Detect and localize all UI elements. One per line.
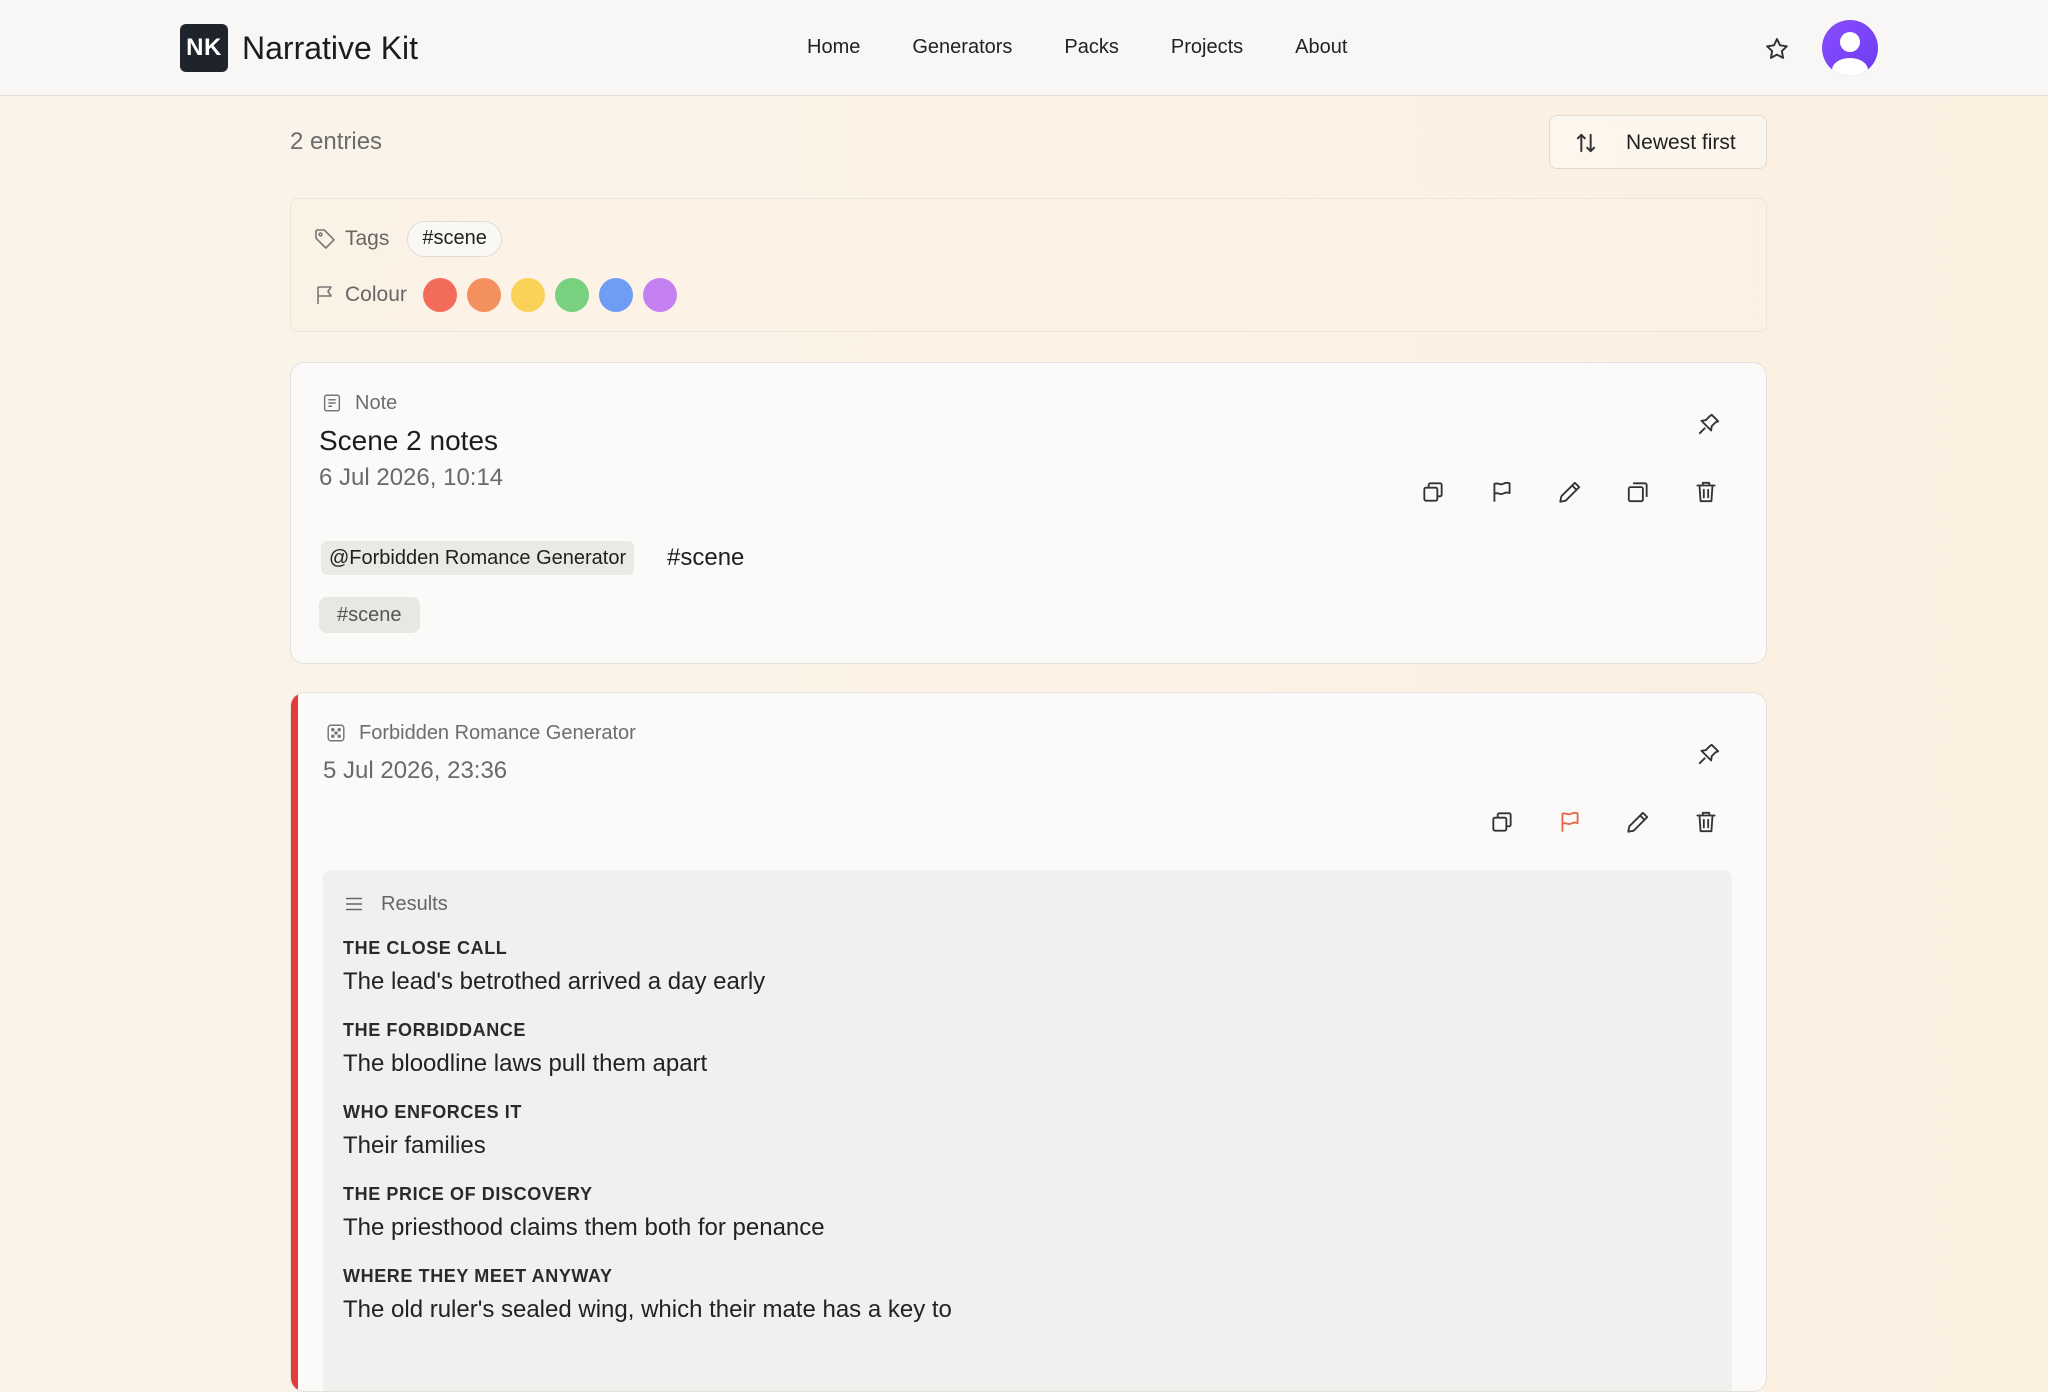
swatch-red[interactable] (422, 278, 457, 312)
nav-home[interactable]: Home (807, 32, 860, 62)
logo-badge[interactable]: NK (180, 24, 228, 72)
results-panel: Results THE CLOSE CALL The lead's betrot… (323, 870, 1732, 1391)
result-heading: WHO ENFORCES IT (343, 1102, 522, 1122)
result-value: The bloodline laws pull them apart (343, 1050, 708, 1077)
result-value: Their families (343, 1132, 486, 1159)
colour-label: Colour (345, 283, 407, 306)
dice-icon (327, 724, 345, 742)
delete-button[interactable] (1689, 475, 1723, 509)
user-icon (1832, 32, 1868, 76)
favorites-button[interactable] (1762, 34, 1792, 64)
nav-about[interactable]: About (1295, 32, 1347, 62)
delete-button[interactable] (1689, 805, 1723, 839)
pin-button[interactable] (1692, 407, 1726, 441)
duplicate-icon (1627, 482, 1648, 503)
result-value: The lead's betrothed arrived a day early (343, 968, 766, 995)
tags-filter-row: Tags #scene (313, 219, 502, 259)
colour-swatches (422, 278, 677, 312)
pencil-icon (1627, 811, 1649, 833)
pin-icon (1698, 743, 1720, 765)
entry-title: Scene 2 notes (319, 425, 499, 456)
copy-button[interactable] (1485, 805, 1519, 839)
entry-tag-pill[interactable]: #scene (319, 597, 420, 633)
entry-date: 5 Jul 2026, 23:36 (323, 757, 508, 784)
list-icon (345, 897, 363, 911)
swatch-orange[interactable] (466, 278, 501, 312)
copy-icon (1423, 482, 1443, 502)
sort-label: Newest first (1626, 131, 1736, 154)
copy-icon (1492, 812, 1512, 832)
results-label: Results (381, 893, 448, 915)
results-header: Results (343, 890, 448, 918)
tag-filter-chip[interactable]: #scene (407, 221, 502, 257)
result-heading: THE FORBIDDANCE (343, 1020, 526, 1040)
colour-filter-row: Colour (313, 275, 677, 315)
flag-icon (1561, 811, 1579, 832)
duplicate-button[interactable] (1621, 475, 1655, 509)
swatch-purple[interactable] (642, 278, 677, 312)
entry-count: 2 entries (290, 128, 383, 155)
brand-name[interactable]: Narrative Kit (242, 28, 418, 68)
flag-button-active[interactable] (1553, 805, 1587, 839)
entry-kind-label: Note (355, 392, 398, 414)
user-avatar[interactable] (1822, 20, 1878, 76)
edit-button[interactable] (1553, 475, 1587, 509)
result-item: WHO ENFORCES IT Their families (343, 1100, 522, 1162)
sort-arrows-icon (1572, 129, 1600, 157)
trash-icon (1696, 481, 1716, 503)
result-item: WHERE THEY MEET ANYWAY The old ruler's s… (343, 1264, 952, 1326)
pin-icon (1698, 413, 1720, 435)
filter-panel: Tags #scene Colour (290, 198, 1767, 332)
nav-projects[interactable]: Projects (1171, 32, 1243, 62)
generator-name: Forbidden Romance Generator (359, 722, 636, 744)
result-value: The priesthood claims them both for pena… (343, 1214, 825, 1241)
pin-button[interactable] (1692, 737, 1726, 771)
star-icon (1766, 38, 1788, 59)
swatch-yellow[interactable] (510, 278, 545, 312)
edit-button[interactable] (1621, 805, 1655, 839)
swatch-blue[interactable] (598, 278, 633, 312)
entry-kind: Note (321, 389, 397, 417)
result-heading: THE CLOSE CALL (343, 938, 508, 958)
nav-packs[interactable]: Packs (1064, 32, 1118, 62)
top-nav-bar: NK Narrative Kit Home Generators Packs P… (0, 0, 2048, 96)
trash-icon (1696, 811, 1716, 833)
result-item: THE PRICE OF DISCOVERY The priesthood cl… (343, 1182, 825, 1244)
generator-entry-card[interactable]: Forbidden Romance Generator 5 Jul 2026, … (290, 692, 1767, 1392)
note-icon (323, 394, 341, 412)
nav-generators[interactable]: Generators (912, 32, 1012, 62)
copy-button[interactable] (1416, 475, 1450, 509)
flag-icon (317, 286, 332, 304)
entry-date: 6 Jul 2026, 10:14 (319, 464, 504, 491)
result-item: THE FORBIDDANCE The bloodline laws pull … (343, 1018, 707, 1080)
result-heading: THE PRICE OF DISCOVERY (343, 1184, 593, 1204)
result-value: The old ruler's sealed wing, which their… (343, 1296, 952, 1323)
generator-mention[interactable]: @Forbidden Romance Generator (321, 541, 635, 575)
swatch-green[interactable] (554, 278, 589, 312)
pencil-icon (1559, 481, 1581, 503)
result-item: THE CLOSE CALL The lead's betrothed arri… (343, 936, 765, 998)
colour-accent-bar (291, 693, 298, 1391)
main-nav: Home Generators Packs Projects About (807, 32, 1347, 62)
flag-icon (1493, 481, 1511, 502)
flag-button[interactable] (1485, 475, 1519, 509)
inline-tag[interactable]: #scene (667, 541, 744, 575)
note-entry-card[interactable]: Note Scene 2 notes 6 Jul 2026, 10:14 @Fo… (290, 362, 1767, 664)
tag-icon (315, 229, 335, 249)
tags-label: Tags (345, 227, 390, 250)
entry-kind: Forbidden Romance Generator (325, 719, 636, 747)
sort-button[interactable]: Newest first (1549, 115, 1767, 169)
result-heading: WHERE THEY MEET ANYWAY (343, 1266, 613, 1286)
